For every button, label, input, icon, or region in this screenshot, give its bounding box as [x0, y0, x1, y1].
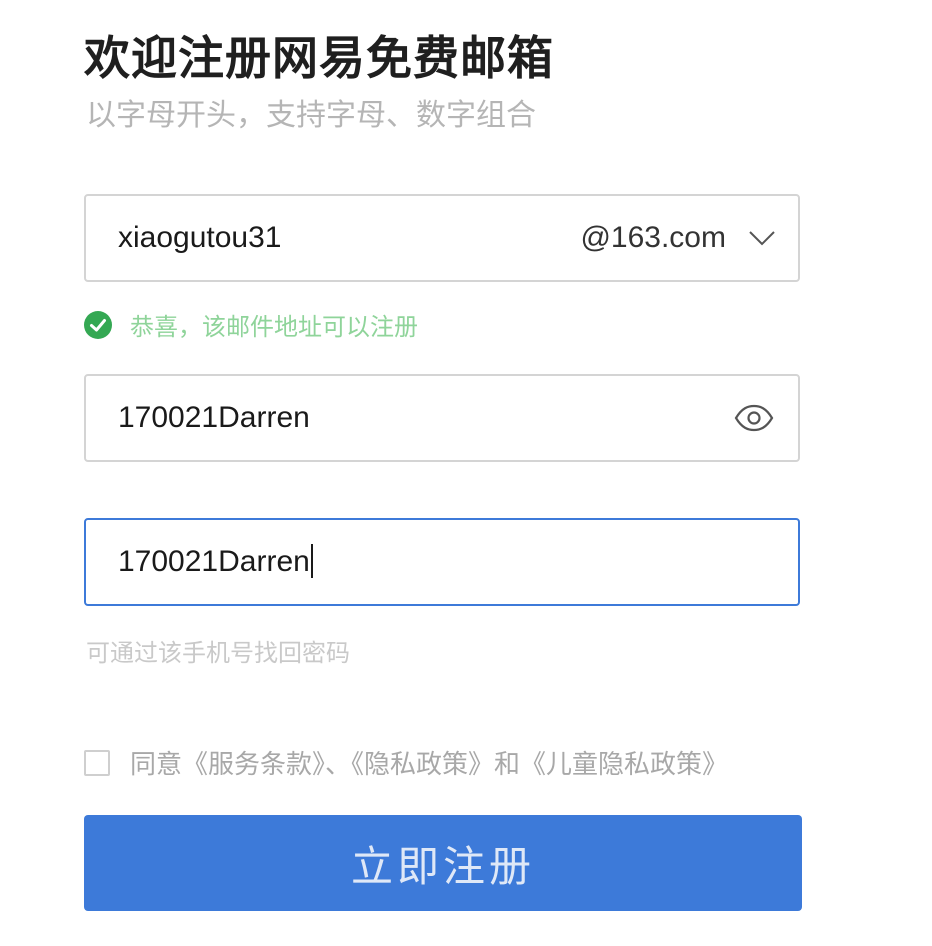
chevron-down-icon[interactable]	[748, 229, 776, 247]
email-status: 恭喜，该邮件地址可以注册	[84, 307, 418, 342]
agreement-checkbox[interactable]	[84, 749, 110, 776]
confirm-field[interactable]: 170021Darren	[84, 518, 800, 606]
password-field[interactable]: 170021Darren	[84, 374, 800, 462]
email-input-value[interactable]: xiaogutou31	[118, 196, 281, 280]
confirm-input-value[interactable]: 170021Darren	[118, 520, 313, 604]
domain-select[interactable]: @163.com	[580, 196, 776, 280]
email-status-text: 恭喜，该邮件地址可以注册	[130, 313, 418, 341]
confirm-input-text: 170021Darren	[118, 545, 310, 578]
register-page: 欢迎注册网易免费邮箱 以字母开头，支持字母、数字组合 xiaogutou31 @…	[0, 0, 932, 946]
eye-icon[interactable]	[734, 402, 774, 434]
text-caret	[310, 544, 313, 579]
email-field[interactable]: xiaogutou31 @163.com	[84, 194, 800, 282]
page-title: 欢迎注册网易免费邮箱	[84, 31, 554, 85]
page-subtitle: 以字母开头，支持字母、数字组合	[86, 98, 536, 133]
agreement-row[interactable]: 同意《服务条款》、《隐私政策》和《儿童隐私政策》	[84, 744, 728, 781]
agreement-text[interactable]: 同意《服务条款》、《隐私政策》和《儿童隐私政策》	[130, 744, 728, 781]
domain-select-value[interactable]: @163.com	[580, 221, 726, 255]
check-circle-icon	[84, 310, 112, 339]
register-button[interactable]: 立即注册	[84, 815, 802, 911]
password-input-value[interactable]: 170021Darren	[118, 376, 310, 460]
confirm-hint: 可通过该手机号找回密码	[86, 639, 350, 667]
